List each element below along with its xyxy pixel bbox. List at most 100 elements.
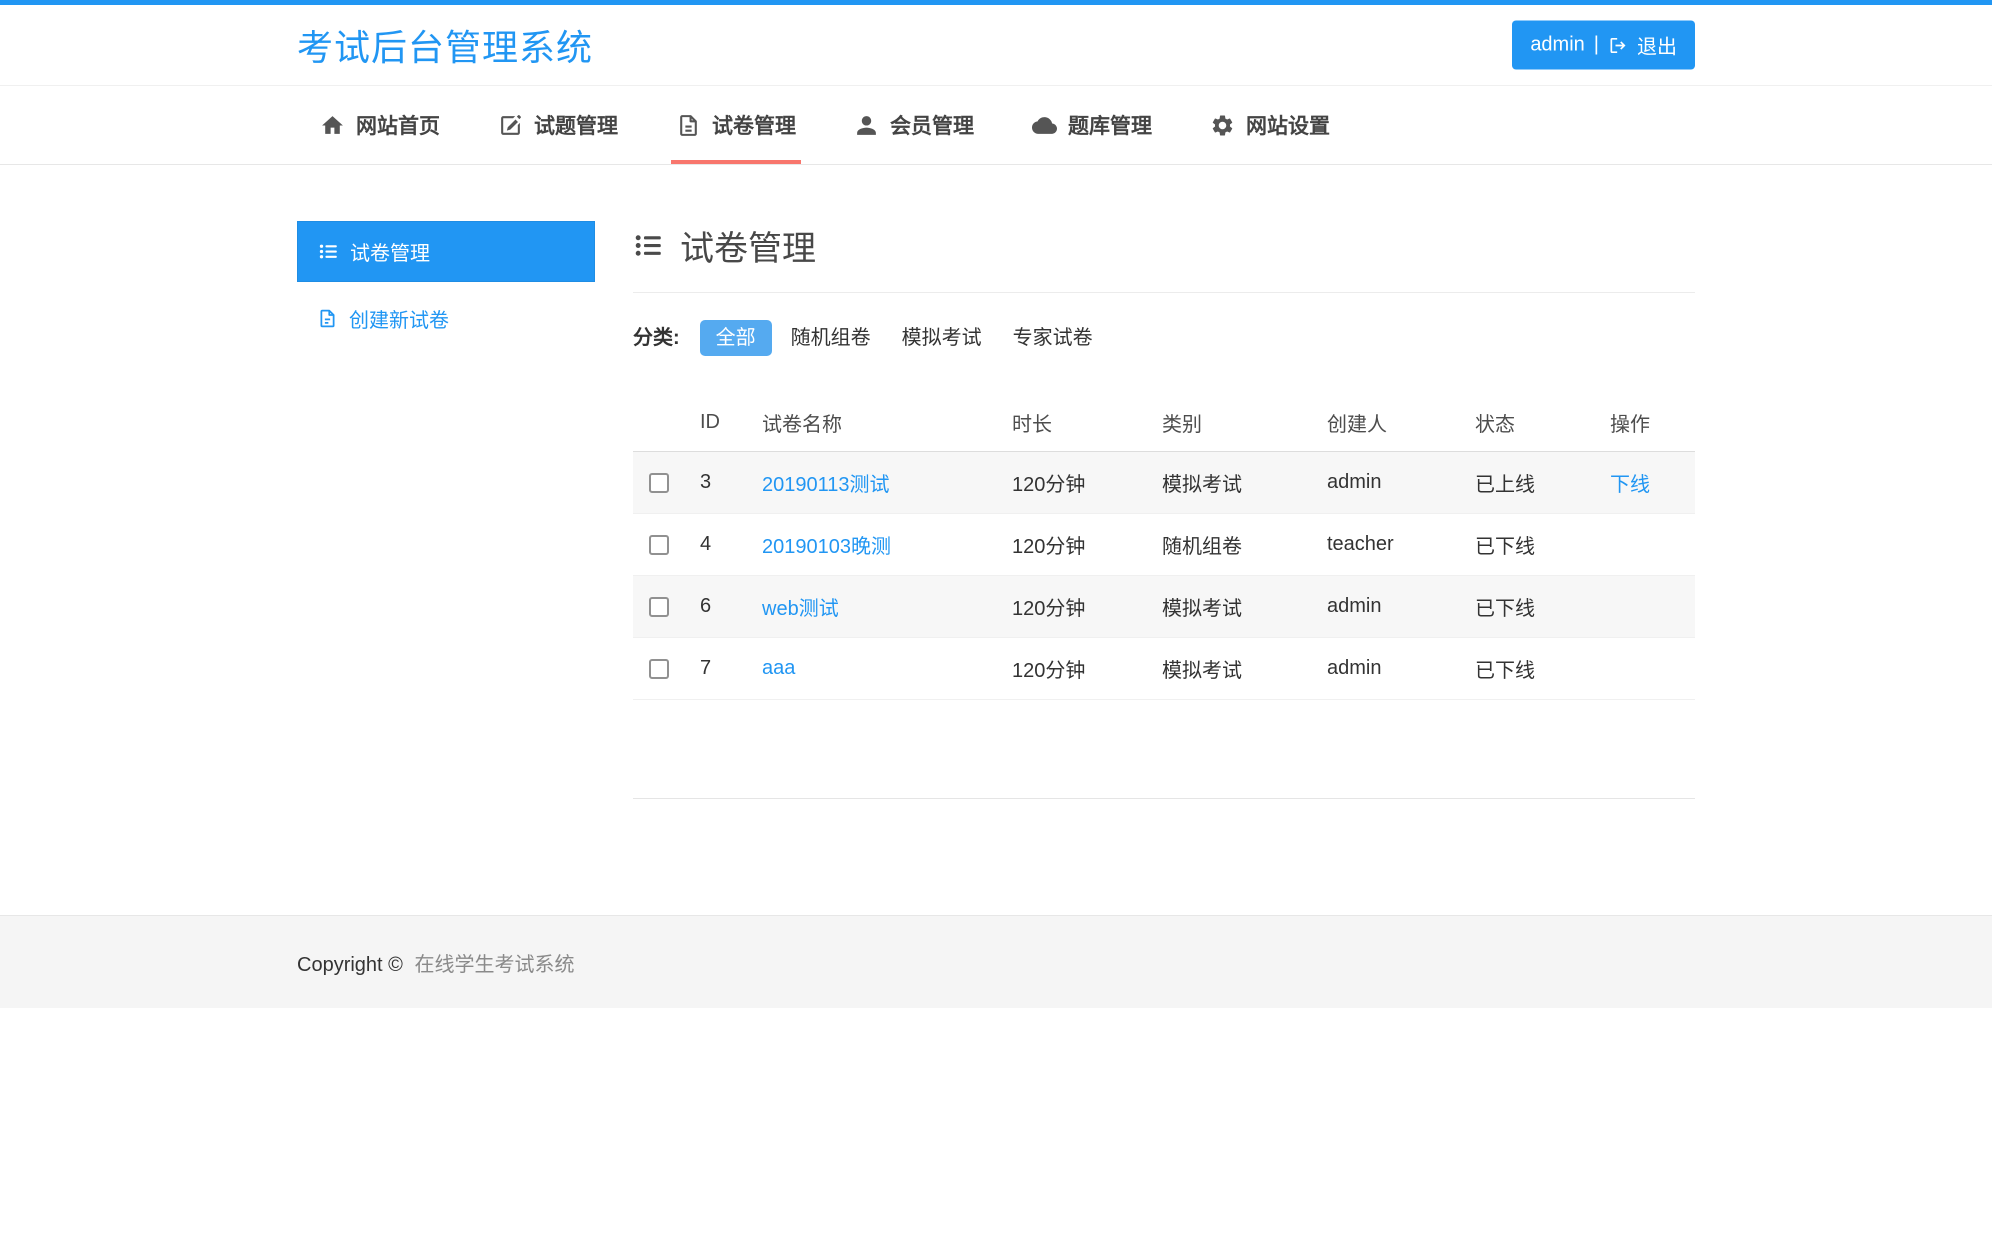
table-body: 320190113测试120分钟模拟考试admin已上线下线420190103晚… [633, 452, 1695, 700]
sidebar-item-label: 创建新试卷 [349, 304, 449, 333]
sidebar-item-papers[interactable]: 试卷管理 [297, 221, 595, 282]
file-icon [676, 113, 701, 138]
filter-option-mock[interactable]: 模拟考试 [890, 320, 994, 356]
table-row: 6web测试120分钟模拟考试admin已下线 [633, 576, 1695, 638]
cell-action: 下线 [1598, 452, 1695, 514]
cell-status: 已上线 [1463, 452, 1598, 514]
cell-id: 7 [688, 638, 750, 700]
nav-item-site-settings[interactable]: 网站设置 [1205, 86, 1335, 164]
table-row: 7 aaa 120分钟模拟考试admin已下线 [633, 638, 1695, 700]
separator: | [1594, 34, 1599, 57]
col-header: 试卷名称 [750, 394, 1000, 452]
filter-option-random[interactable]: 随机组卷 [779, 320, 883, 356]
cell-status: 已下线 [1463, 576, 1598, 638]
nav-item-label: 题库管理 [1068, 110, 1152, 140]
logout-button[interactable]: admin | 退出 [1512, 21, 1695, 70]
cell-action [1598, 514, 1695, 576]
nav-item-label: 网站首页 [356, 110, 440, 140]
paper-name-link[interactable]: aaa [762, 657, 795, 679]
edit-icon [498, 113, 523, 138]
col-header: 时长 [1000, 394, 1150, 452]
paper-name-link[interactable]: 20190103晚测 [762, 536, 891, 558]
nav-item-question-bank[interactable]: 题库管理 [1027, 86, 1157, 164]
site-name: 在线学生考试系统 [414, 954, 574, 976]
gear-icon [1210, 113, 1235, 138]
cell-checkbox [633, 514, 688, 576]
nav-item-home[interactable]: 网站首页 [315, 86, 445, 164]
cell-name: 20190113测试 [750, 452, 1000, 514]
col-header: ID [688, 394, 750, 452]
table-row: 4 20190103晚测 120分钟随机组卷teacher已下线 [633, 514, 1695, 576]
nav-item-questions[interactable]: 试题管理 [493, 86, 623, 164]
cell-id: 3 [688, 452, 750, 514]
page: 考试后台管理系统 admin | 退出 网站首页试题管理试卷管理会员管理题库管理… [0, 0, 1992, 1252]
cell-checkbox [633, 452, 688, 514]
main-nav: 网站首页 试题管理 试卷管理 会员管理 题库管理 网站设置 [0, 85, 1992, 165]
cell-duration: 120分钟 [1000, 452, 1150, 514]
cell-creator: admin [1315, 452, 1463, 514]
row-checkbox[interactable] [649, 473, 669, 493]
user-icon [854, 113, 879, 138]
table-row: 3 20190113测试 120分钟模拟考试admin已上线下线 [633, 452, 1695, 514]
cell-action [1598, 638, 1695, 700]
content: 试卷管理 分类: 全部随机组卷模拟考试专家试卷 ID试卷名称时长类别创建人状态操… [633, 221, 1695, 799]
cell-category: 模拟考试 [1150, 576, 1315, 638]
paper-name-link[interactable]: 20190113测试 [762, 474, 890, 496]
cell-checkbox [633, 638, 688, 700]
cell-category: 模拟考试 [1150, 638, 1315, 700]
cell-category: 模拟考试 [1150, 452, 1315, 514]
cell-name: web测试 [750, 576, 1000, 638]
filter-options: 全部随机组卷模拟考试专家试卷 [700, 321, 1112, 350]
cell-creator: admin [1315, 638, 1463, 700]
nav-item-members[interactable]: 会员管理 [849, 86, 979, 164]
cell-name: aaa [750, 638, 1000, 700]
filter-option-all[interactable]: 全部 [700, 320, 772, 356]
col-header: 状态 [1463, 394, 1598, 452]
cell-id: 6 [688, 576, 750, 638]
header: 考试后台管理系统 admin | 退出 [0, 5, 1992, 85]
cell-duration: 120分钟 [1000, 638, 1150, 700]
cell-duration: 120分钟 [1000, 576, 1150, 638]
cell-name: 20190103晚测 [750, 514, 1000, 576]
username: admin [1530, 34, 1584, 57]
col-header: 操作 [1598, 394, 1695, 452]
cell-duration: 120分钟 [1000, 514, 1150, 576]
copyright-text: Copyright © [297, 954, 403, 976]
col-header: 创建人 [1315, 394, 1463, 452]
paper-name-link[interactable]: web测试 [762, 598, 839, 620]
nav-item-label: 网站设置 [1246, 110, 1330, 140]
divider [633, 292, 1695, 293]
logout-icon [1608, 35, 1628, 55]
cell-creator: teacher [1315, 514, 1463, 576]
nav-item-label: 试卷管理 [712, 110, 796, 140]
row-checkbox[interactable] [649, 597, 669, 617]
cloud-icon [1032, 113, 1057, 138]
cell-status: 已下线 [1463, 514, 1598, 576]
nav-item-label: 会员管理 [890, 110, 974, 140]
offline-action-link[interactable]: 下线 [1610, 474, 1650, 496]
sidebar-item-label: 试卷管理 [350, 237, 430, 266]
list-icon [318, 241, 339, 262]
main-area: 试卷管理创建新试卷 试卷管理 分类: 全部随机组卷模拟考试专家试卷 ID试卷名称… [297, 165, 1695, 915]
table-head: ID试卷名称时长类别创建人状态操作 [633, 394, 1695, 452]
cell-status: 已下线 [1463, 638, 1598, 700]
sidebar-item-create-paper[interactable]: 创建新试卷 [297, 289, 595, 348]
filter-option-expert[interactable]: 专家试卷 [1001, 320, 1105, 356]
nav-item-label: 试题管理 [534, 110, 618, 140]
cell-category: 随机组卷 [1150, 514, 1315, 576]
list-icon [633, 230, 664, 261]
cell-action [1598, 576, 1695, 638]
papers-table: ID试卷名称时长类别创建人状态操作 320190113测试120分钟模拟考试ad… [633, 394, 1695, 700]
cell-checkbox [633, 576, 688, 638]
nav-item-papers[interactable]: 试卷管理 [671, 86, 801, 164]
col-header-checkbox [633, 394, 688, 452]
row-checkbox[interactable] [649, 659, 669, 679]
logout-label: 退出 [1637, 31, 1677, 60]
col-header: 类别 [1150, 394, 1315, 452]
page-title: 试卷管理 [633, 221, 1695, 270]
site-title: 考试后台管理系统 [297, 19, 593, 71]
filter-row: 分类: 全部随机组卷模拟考试专家试卷 [633, 321, 1695, 350]
cell-id: 4 [688, 514, 750, 576]
footer: Copyright © 在线学生考试系统 [0, 915, 1992, 1008]
row-checkbox[interactable] [649, 535, 669, 555]
